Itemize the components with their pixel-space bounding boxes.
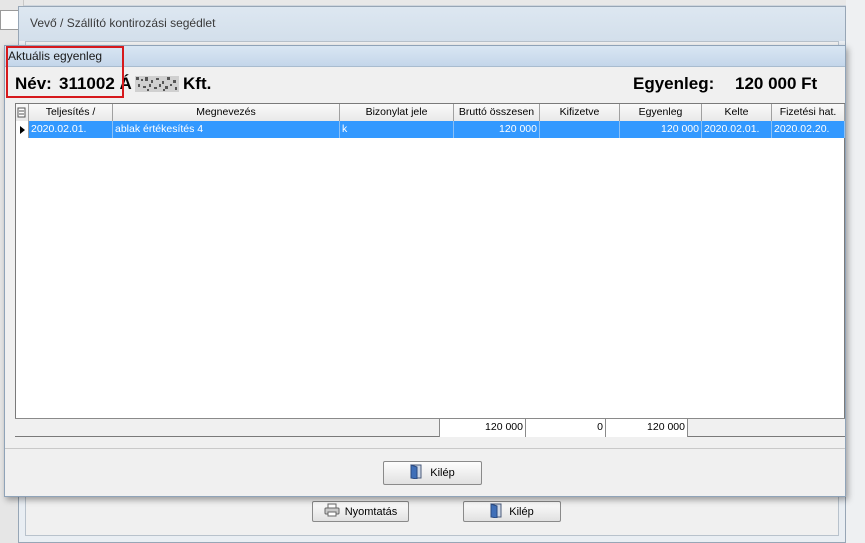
totals-rest xyxy=(688,419,845,437)
balance-dialog-title: Aktuális egyenleg xyxy=(5,46,845,67)
background-right-area xyxy=(846,0,865,543)
exit-button-label: Kilép xyxy=(430,467,455,479)
grid-settings-icon[interactable] xyxy=(16,104,29,121)
column-header-kelte[interactable]: Kelte xyxy=(702,104,772,121)
divider xyxy=(5,448,845,449)
column-header-megnevezes[interactable]: Megnevezés xyxy=(113,104,340,121)
total-egyenleg: 120 000 xyxy=(606,419,688,437)
outer-exit-label: Kilép xyxy=(509,505,534,518)
row-indicator-icon xyxy=(16,121,29,138)
door-icon xyxy=(490,502,504,521)
column-header-egyenleg[interactable]: Egyenleg xyxy=(620,104,702,121)
redacted-name xyxy=(135,76,179,92)
outer-exit-button[interactable]: Kilép xyxy=(463,501,561,522)
total-kifizetve: 0 xyxy=(526,419,606,437)
table-row[interactable]: 2020.02.01. ablak értékesítés 4 k 120 00… xyxy=(16,121,845,138)
cell-megnevezes[interactable]: ablak értékesítés 4 xyxy=(113,121,340,138)
outer-dialog-title: Vevő / Szállító kontirozási segédlet xyxy=(19,7,845,41)
column-header-kifizetve[interactable]: Kifizetve xyxy=(540,104,620,121)
cell-brutto[interactable]: 120 000 xyxy=(454,121,540,138)
cell-kifizetve[interactable] xyxy=(540,121,620,138)
column-header-brutto[interactable]: Bruttó összesen xyxy=(454,104,540,121)
cell-teljesites[interactable]: 2020.02.01. xyxy=(29,121,113,138)
cell-egyenleg[interactable]: 120 000 xyxy=(620,121,702,138)
customer-company-suffix: Kft. xyxy=(183,74,212,93)
customer-header: Név: 311002 Á Kft. Egyenleg: 120 000 Ft xyxy=(5,67,845,101)
column-header-bizonylat[interactable]: Bizonylat jele xyxy=(340,104,454,121)
highlight-annotation xyxy=(6,46,124,98)
balance-label: Egyenleg: xyxy=(633,74,715,93)
balance-value: 120 000 Ft xyxy=(735,74,818,93)
totals-blank xyxy=(15,419,440,437)
print-button[interactable]: Nyomtatás xyxy=(312,501,409,522)
printer-icon xyxy=(324,503,340,520)
exit-button[interactable]: Kilép xyxy=(383,461,482,485)
cell-bizonylat[interactable]: k xyxy=(340,121,454,138)
door-icon xyxy=(410,464,424,482)
print-button-label: Nyomtatás xyxy=(344,505,398,518)
total-brutto: 120 000 xyxy=(440,419,526,437)
balance-dialog: Aktuális egyenleg Név: 311002 Á Kft. Egy… xyxy=(4,45,846,497)
grid-totals-row: 120 000 0 120 000 xyxy=(15,418,845,437)
cell-fizetesi-hat[interactable]: 2020.02.20. xyxy=(772,121,845,138)
grid-header: Teljesítés / Megnevezés Bizonylat jele B… xyxy=(16,104,845,121)
column-header-fizetesi-hat[interactable]: Fizetési hat. xyxy=(772,104,845,121)
column-header-teljesites[interactable]: Teljesítés / xyxy=(29,104,113,121)
cell-kelte[interactable]: 2020.02.01. xyxy=(702,121,772,138)
transactions-grid[interactable]: Teljesítés / Megnevezés Bizonylat jele B… xyxy=(15,103,845,437)
